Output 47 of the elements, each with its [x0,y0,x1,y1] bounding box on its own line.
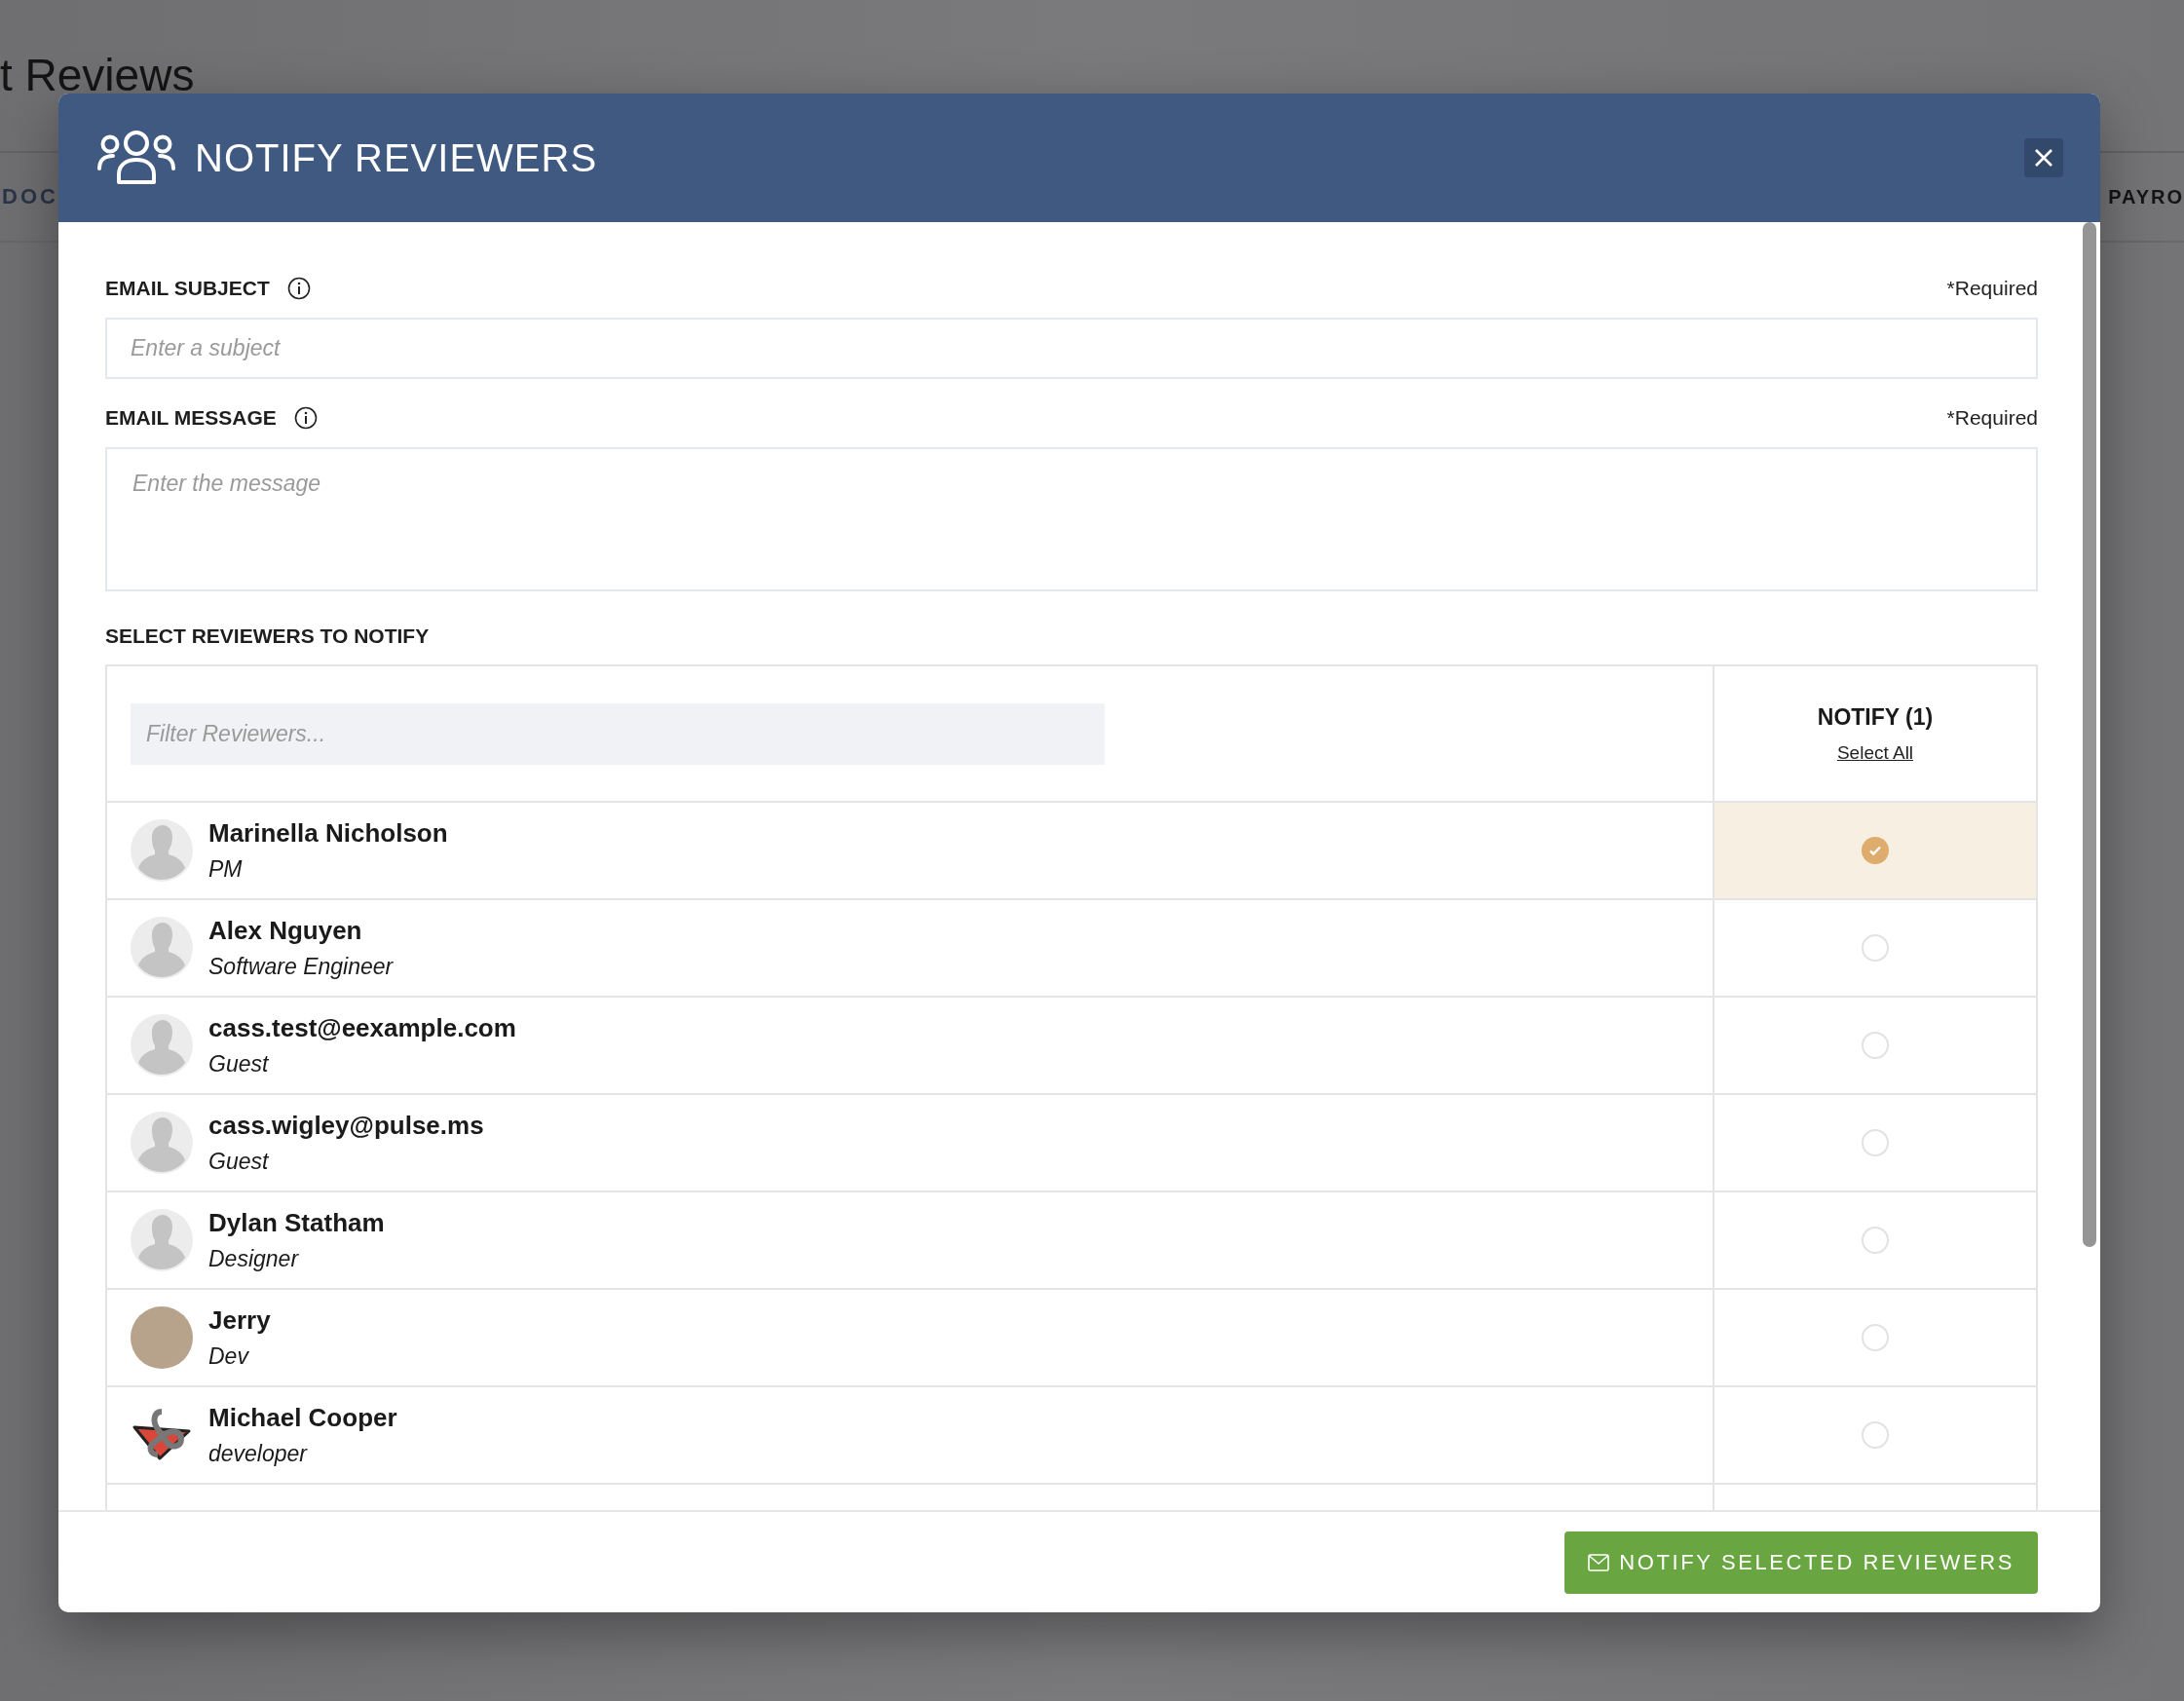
select-all-link[interactable]: Select All [1836,741,1914,764]
field-label: EMAIL SUBJECT [105,277,270,300]
notify-checkbox[interactable] [1862,837,1889,864]
reviewer-role: PM [208,856,244,883]
page-title: t Reviews [0,49,196,102]
avatar-silhouette-icon [131,1014,193,1077]
dialog-title: NOTIFY REVIEWERS [195,135,599,180]
users-group-icon [97,130,175,186]
notify-checkbox[interactable] [1862,1032,1889,1059]
required-note: *Required [1946,277,2038,300]
info-icon[interactable] [286,277,311,300]
avatar-silhouette-icon [131,1112,193,1174]
reviewer-role: Designer [208,1246,300,1272]
notify-checkbox[interactable] [1862,934,1889,962]
reviewer-name: cass.test@eexample.com [208,1013,516,1043]
reviewer-name: Alex Nguyen [208,916,363,946]
avatar-silhouette-icon [131,917,193,979]
subject-input[interactable]: Enter a subject [105,318,2038,379]
notify-checkbox[interactable] [1862,1421,1889,1449]
avatar-silhouette-icon [131,819,193,882]
column-header: NOTIFY (1) [1817,703,1934,731]
reviewer-role: Guest [208,1051,270,1077]
notify-checkbox[interactable] [1862,1227,1889,1254]
reviewer-name: Dylan Statham [208,1208,385,1238]
section-heading: SELECT REVIEWERS TO NOTIFY [105,624,431,648]
reviewer-name: cass.wigley@pulse.ms [208,1111,484,1141]
nav-tab[interactable]: DOC [0,184,58,209]
info-icon[interactable] [293,406,318,430]
reviewer-name: Michael Cooper [208,1403,397,1433]
reviewer-role: Software Engineer [208,954,394,980]
avatar-silhouette-icon [131,1209,193,1271]
nav-tab[interactable]: PAYRO [2106,185,2184,208]
reviewer-role: developer [208,1441,309,1467]
envelope-icon [1588,1553,1610,1571]
scrollbar-thumb[interactable] [2083,222,2096,1247]
filter-input[interactable]: Filter Reviewers... [131,702,1105,765]
close-button[interactable] [2024,138,2063,177]
reviewer-role: Dev [208,1343,250,1370]
notify-checkbox[interactable] [1862,1129,1889,1156]
reviewer-name: Marinella Nicholson [208,818,448,849]
field-label: EMAIL MESSAGE [105,406,277,430]
reviewer-name: Jerry [208,1305,271,1336]
message-input[interactable]: Enter the message [105,447,2038,591]
reviewer-role: Guest [208,1149,270,1175]
notify-checkbox[interactable] [1862,1324,1889,1351]
required-note: *Required [1946,406,2038,430]
notify-selected-button[interactable]: NOTIFY SELECTED REVIEWERS [1564,1531,2038,1594]
